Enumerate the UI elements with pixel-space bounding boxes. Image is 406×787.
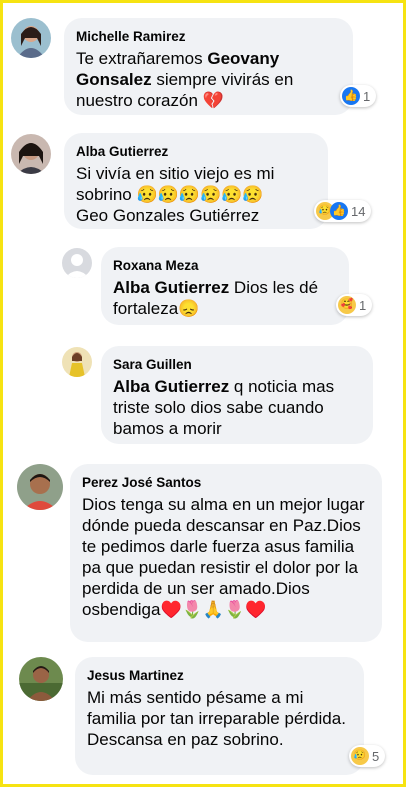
comment-text: Dios tenga su alma en un mejor lugar dón…: [82, 495, 365, 619]
reaction-summary[interactable]: 😥 👍 14: [314, 200, 372, 222]
reaction-summary[interactable]: 😥 5: [349, 745, 386, 767]
reaction-summary[interactable]: 🥰 1: [336, 294, 373, 316]
comment-bubble: Jesus Martinez Mi más sentido pésame a m…: [75, 657, 364, 775]
comment-author[interactable]: Roxana Meza: [113, 257, 337, 274]
avatar-michelle-ramirez[interactable]: [11, 18, 51, 58]
like-icon: 👍: [330, 202, 348, 220]
sad-face-icon: 😥: [351, 747, 369, 765]
reaction-summary[interactable]: 👍 1: [340, 85, 377, 107]
comment-bubble: Alba Gutierrez Si vivía en sitio viejo e…: [64, 133, 328, 229]
comment-text: Mi más sentido pésame a mi familia por t…: [87, 688, 346, 749]
avatar-alba-gutierrez[interactable]: [11, 134, 51, 174]
comment-text: Alba Gutierrez q noticia mas triste solo…: [113, 377, 335, 438]
avatar-jesus-martinez[interactable]: [19, 657, 63, 701]
comment-author[interactable]: Sara Guillen: [113, 356, 361, 373]
comment-author[interactable]: Perez José Santos: [82, 474, 370, 491]
reply-bubble: Roxana Meza Alba Gutierrez Dios les dé f…: [101, 247, 349, 325]
comment-bubble: Michelle Ramirez Te extrañaremos Geovany…: [64, 18, 353, 115]
comment-text: Te extrañaremos Geovany Gonsalez siempre…: [76, 49, 294, 110]
mention-link[interactable]: Alba Gutierrez: [113, 278, 229, 297]
like-icon: 👍: [342, 87, 360, 105]
comment-author[interactable]: Michelle Ramirez: [76, 28, 341, 45]
comment-bubble: Perez José Santos Dios tenga su alma en …: [70, 464, 382, 642]
comment-text: Si vivía en sitio viejo es mi sobrino 😥😥…: [76, 164, 275, 225]
avatar-perez-jose-santos[interactable]: [17, 464, 63, 510]
comment-author[interactable]: Alba Gutierrez: [76, 143, 316, 160]
reply-bubble: Sara Guillen Alba Gutierrez q noticia ma…: [101, 346, 373, 444]
avatar-sara-guillen[interactable]: [62, 347, 92, 377]
comment-text: Alba Gutierrez Dios les dé fortaleza😞: [113, 278, 319, 318]
avatar-roxana-meza[interactable]: [62, 248, 92, 278]
care-face-icon: 🥰: [338, 296, 356, 314]
comment-author[interactable]: Jesus Martinez: [87, 667, 352, 684]
mention-link[interactable]: Alba Gutierrez: [113, 377, 229, 396]
